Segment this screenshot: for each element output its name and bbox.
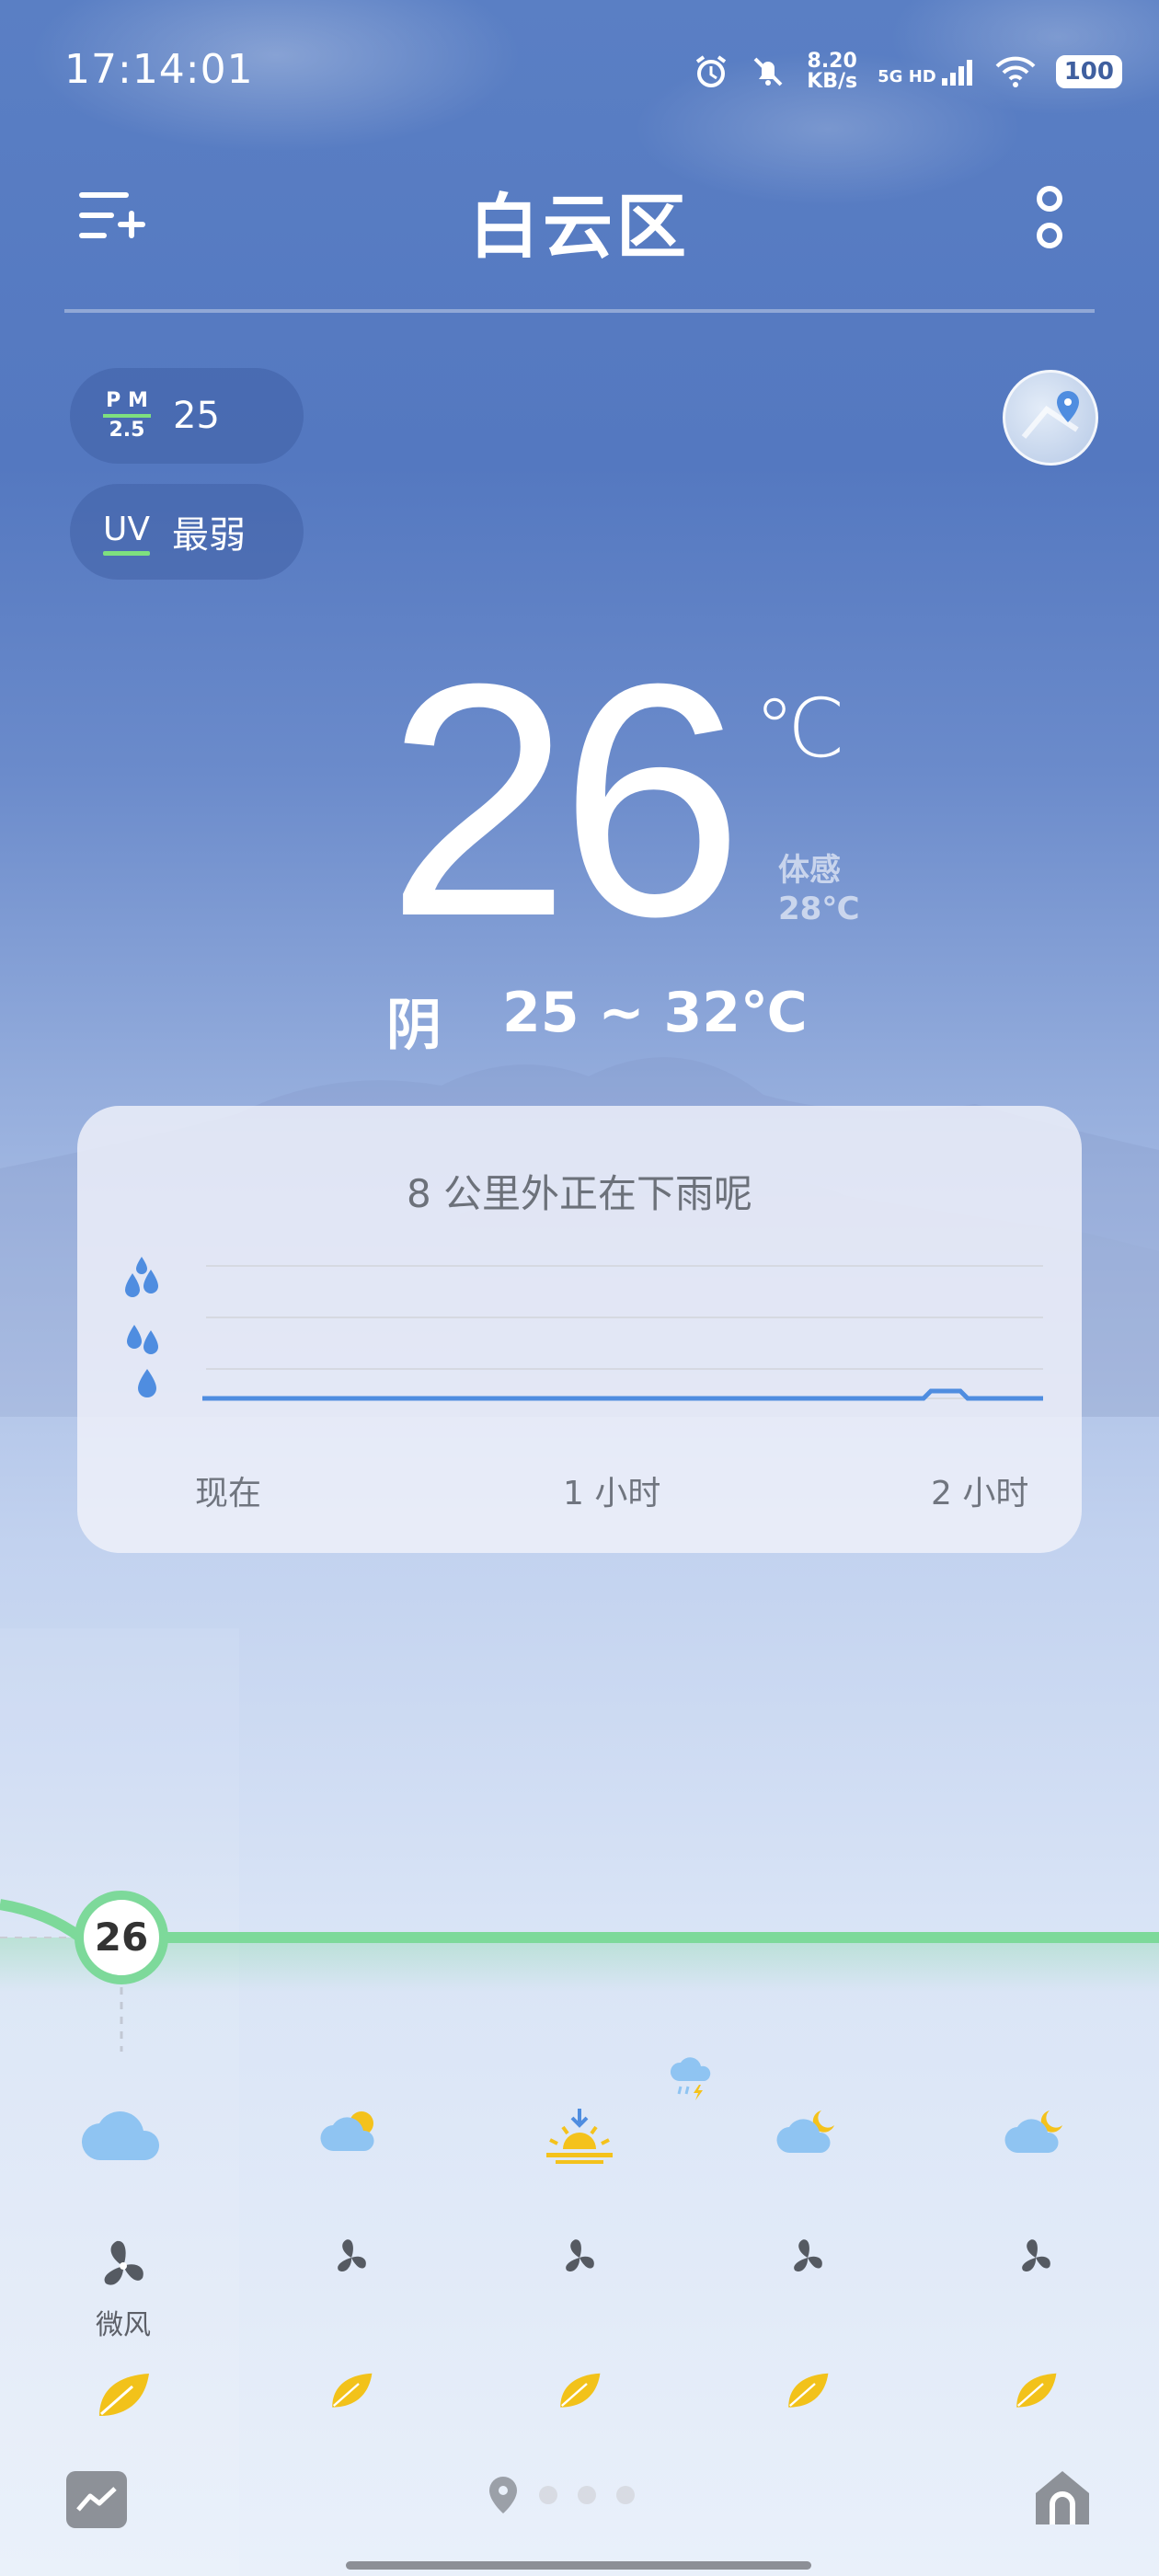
- more-options-icon[interactable]: [1027, 184, 1073, 254]
- pm-label-top: P M: [106, 389, 148, 412]
- rain-label-1h: 1 小时: [563, 1475, 661, 1512]
- leaf-icon: [560, 2373, 601, 2408]
- cloudy-night-icon: [776, 2110, 834, 2154]
- rain-forecast-card[interactable]: 8 公里外正在下雨呢 现在 1 小时 2 小时: [77, 1106, 1082, 1553]
- fan-icon: [566, 2239, 594, 2271]
- cloud-icon: [81, 2111, 160, 2161]
- system-home-indicator[interactable]: [346, 2561, 811, 2570]
- pm25-value: 25: [173, 395, 220, 437]
- fan-icon: [104, 2240, 143, 2285]
- rain-line: [202, 1388, 1043, 1401]
- city-title: 白云区: [469, 186, 690, 268]
- wifi-icon: [995, 56, 1036, 87]
- temperature-range: 25 ~ 32℃: [502, 981, 808, 1045]
- fan-icon: [1022, 2239, 1050, 2271]
- trend-button[interactable]: [66, 2471, 127, 2528]
- pm-label-bottom: 2.5: [109, 419, 145, 442]
- hour-cell[interactable]: [278, 2107, 425, 2153]
- battery-indicator: 100: [1055, 55, 1122, 88]
- feels-like-value: 28℃: [778, 891, 860, 927]
- current-temp-marker-label: 26: [95, 1915, 148, 1960]
- moderate-rain-icon: [127, 1325, 158, 1354]
- leaf-icon: [332, 2373, 373, 2408]
- leaf-cell: [278, 2372, 425, 2410]
- leaf-icon: [788, 2373, 829, 2408]
- leaf-cell: [50, 2372, 197, 2420]
- wind-cell: [278, 2236, 425, 2280]
- thunder-rain-icon: [670, 2057, 711, 2100]
- wind-cell: [734, 2236, 881, 2280]
- wind-cell: [506, 2236, 653, 2280]
- heavy-rain-icon: [125, 1257, 158, 1297]
- temperature-line: [0, 1899, 1159, 1943]
- page-indicator: [488, 2475, 635, 2515]
- uv-label: UV: [103, 511, 150, 556]
- speed-unit: KB/s: [807, 70, 858, 93]
- page-dot: [539, 2486, 557, 2504]
- rain-label-now: 现在: [195, 1475, 262, 1512]
- alarm-icon: [696, 55, 727, 87]
- trend-chart-icon: [76, 2487, 117, 2512]
- current-temperature: 26: [386, 615, 743, 985]
- wind-cell: 微风: [50, 2236, 197, 2342]
- location-pin-icon: [1021, 391, 1079, 439]
- fan-icon: [794, 2239, 822, 2271]
- home-icon[interactable]: [1032, 2467, 1093, 2528]
- location-pin-icon: [489, 2477, 517, 2513]
- wind-label: 微风: [96, 2309, 151, 2341]
- page-dot: [578, 2486, 596, 2504]
- hour-cell[interactable]: [734, 2107, 881, 2155]
- pm25-pill[interactable]: P M 2.5 25: [70, 368, 304, 464]
- city-manage-icon[interactable]: [79, 189, 147, 244]
- rain-label-2h: 2 小时: [931, 1475, 1029, 1512]
- condition-row: 阴 25 ~ 32℃: [386, 981, 808, 1061]
- status-icons: 8.20 KB/s 5G HD 100: [693, 46, 1122, 98]
- uv-value: 最弱: [171, 514, 246, 557]
- hour-cell[interactable]: [962, 2107, 1109, 2155]
- leaf-icon: [1016, 2373, 1057, 2408]
- rain-chart: [125, 1257, 1043, 1401]
- partly-sunny-icon: [320, 2111, 374, 2152]
- page-dot: [616, 2486, 635, 2504]
- pm25-icon: P M 2.5: [103, 391, 151, 441]
- uv-pill[interactable]: UV 最弱: [70, 484, 304, 580]
- leaf-cell: [734, 2372, 881, 2410]
- status-time: 17:14:01: [64, 46, 254, 93]
- cloudy-night-icon: [1004, 2110, 1062, 2154]
- leaf-cell: [506, 2372, 653, 2410]
- feels-like-label: 体感: [778, 852, 841, 889]
- rain-card-title: 8 公里外正在下雨呢: [406, 1171, 753, 1216]
- light-rain-icon: [138, 1369, 156, 1397]
- network-speed: 8.20 KB/s: [807, 52, 857, 92]
- temperature-unit: ℃: [754, 681, 845, 776]
- leaf-cell: [962, 2372, 1109, 2410]
- map-button[interactable]: [1003, 370, 1098, 466]
- speed-value: 8.20: [807, 50, 857, 73]
- signal-icon: [941, 60, 972, 86]
- header-divider: [64, 309, 1095, 313]
- hour-cell[interactable]: [50, 2107, 197, 2162]
- wind-cell: [962, 2236, 1109, 2280]
- mute-bell-icon: [753, 57, 783, 86]
- hourly-temperature-chart: 26: [0, 1891, 1159, 2052]
- sunset-icon: [546, 2109, 613, 2164]
- fan-icon: [338, 2239, 366, 2271]
- leaf-icon: [99, 2374, 149, 2416]
- hour-cell[interactable]: [506, 2107, 653, 2164]
- network-type: 5G HD: [878, 67, 936, 86]
- weather-condition: 阴: [386, 994, 442, 1058]
